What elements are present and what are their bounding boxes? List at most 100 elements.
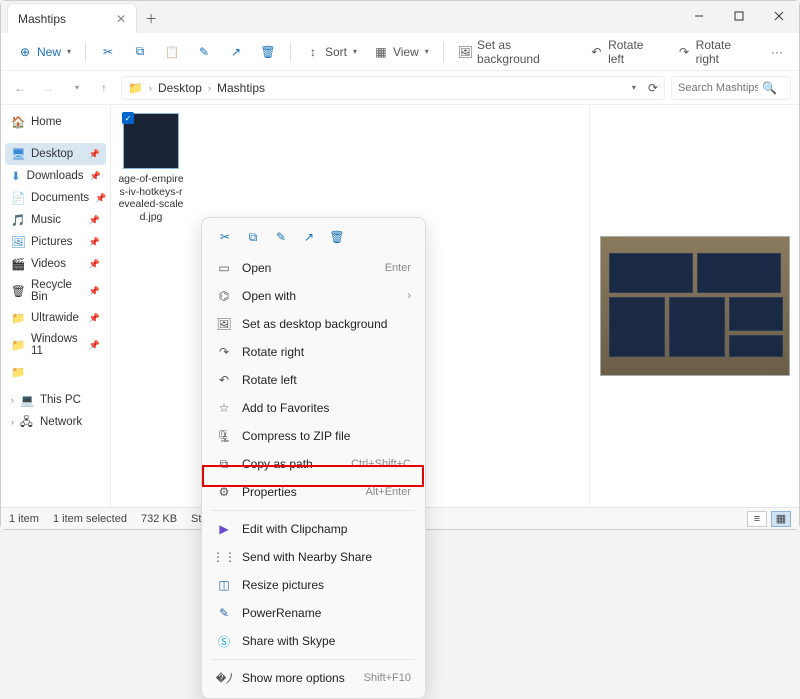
file-thumbnail: ✓: [123, 113, 179, 169]
ctx-properties[interactable]: ⚙PropertiesAlt+Enter: [202, 478, 425, 506]
ctx-favorites[interactable]: ☆Add to Favorites: [202, 394, 425, 422]
properties-icon: ⚙: [216, 484, 232, 500]
ctx-powerrename[interactable]: ✎PowerRename: [202, 599, 425, 627]
preview-pane: [589, 105, 799, 507]
ctx-skype[interactable]: ⓈShare with Skype: [202, 627, 425, 655]
tab-title: Mashtips: [18, 12, 66, 26]
rename-icon: ✎: [196, 44, 212, 60]
new-button[interactable]: ⊕ New ▾: [11, 40, 77, 64]
rename-icon[interactable]: ✎: [272, 228, 290, 246]
new-icon: ⊕: [17, 44, 33, 60]
breadcrumb[interactable]: 📁› Desktop› Mashtips ▾ ⟳: [121, 76, 665, 100]
sidebar-item-recycle[interactable]: 🗑Recycle Bin📌: [5, 275, 106, 307]
delete-button[interactable]: 🗑: [254, 40, 282, 64]
recent-locations-button[interactable]: ▾: [65, 77, 87, 99]
toolbar: ⊕ New ▾ ✂ ⧉ 📋 ✎ ↗ 🗑 ↕Sort▾ ▦View▾ 🖼Set a…: [1, 33, 799, 71]
sidebar-item-thispc[interactable]: ›💻This PC: [5, 389, 106, 411]
rename-button[interactable]: ✎: [190, 40, 218, 64]
new-tab-button[interactable]: ＋: [137, 3, 165, 33]
pictures-icon: 🖼: [11, 235, 25, 249]
cut-icon: ✂: [100, 44, 116, 60]
more-toolbar-button[interactable]: ···: [765, 41, 789, 63]
sidebar-item-ultrawide[interactable]: 📁Ultrawide📌: [5, 307, 106, 329]
folder-icon: 📁: [11, 311, 25, 325]
recycle-icon: 🗑: [11, 284, 25, 298]
file-item[interactable]: ✓ age-of-empires-iv-hotkeys-revealed-sca…: [115, 113, 187, 223]
crumb-mashtips[interactable]: Mashtips: [217, 81, 265, 95]
copy-icon: ⧉: [132, 44, 148, 60]
sidebar-item-folder[interactable]: 📁: [5, 361, 106, 383]
ctx-open[interactable]: ▭OpenEnter: [202, 254, 425, 282]
sidebar-item-downloads[interactable]: ⬇Downloads📌: [5, 165, 106, 187]
sidebar-item-documents[interactable]: 📄Documents📌: [5, 187, 106, 209]
search-box[interactable]: 🔍: [671, 76, 791, 100]
close-window-button[interactable]: [759, 1, 799, 31]
set-background-button[interactable]: 🖼Set as background: [452, 34, 579, 70]
chevron-down-icon: ▾: [67, 47, 71, 56]
home-icon: 🏠: [11, 115, 25, 129]
sort-button[interactable]: ↕Sort▾: [299, 40, 363, 64]
share-icon[interactable]: ↗: [300, 228, 318, 246]
search-input[interactable]: [678, 82, 758, 94]
ctx-open-with[interactable]: ⌬Open with›: [202, 282, 425, 310]
up-button[interactable]: ↑: [93, 77, 115, 99]
open-with-icon: ⌬: [216, 288, 232, 304]
delete-icon[interactable]: 🗑: [328, 228, 346, 246]
tab-mashtips[interactable]: Mashtips ✕: [7, 3, 137, 33]
ctx-resize[interactable]: ◫Resize pictures: [202, 571, 425, 599]
sidebar-item-home[interactable]: 🏠Home: [5, 111, 106, 133]
sidebar-item-win11[interactable]: 📁Windows 11📌: [5, 329, 106, 361]
ctx-nearby-share[interactable]: ⋮⋮Send with Nearby Share: [202, 543, 425, 571]
open-icon: ▭: [216, 260, 232, 276]
minimize-button[interactable]: [679, 1, 719, 31]
sidebar-item-pictures[interactable]: 🖼Pictures📌: [5, 231, 106, 253]
paste-button[interactable]: 📋: [158, 40, 186, 64]
address-bar: ← → ▾ ↑ 📁› Desktop› Mashtips ▾ ⟳ 🔍: [1, 71, 799, 105]
ctx-rotate-right[interactable]: ↷Rotate right: [202, 338, 425, 366]
context-menu: ✂ ⧉ ✎ ↗ 🗑 ▭OpenEnter ⌬Open with› 🖼Set as…: [201, 217, 426, 699]
forward-button[interactable]: →: [37, 77, 59, 99]
share-button[interactable]: ↗: [222, 40, 250, 64]
desktop-icon: 🖥: [11, 147, 25, 161]
ctx-clipchamp[interactable]: ▶Edit with Clipchamp: [202, 515, 425, 543]
back-button[interactable]: ←: [9, 77, 31, 99]
copy-path-icon: ⧉: [216, 456, 232, 472]
view-button[interactable]: ▦View▾: [367, 40, 435, 64]
copy-icon[interactable]: ⧉: [244, 228, 262, 246]
rotate-left-button[interactable]: ↶Rotate left: [583, 34, 667, 70]
powerrename-icon: ✎: [216, 605, 232, 621]
details-view-button[interactable]: ≡: [747, 511, 767, 527]
checkbox-checked-icon[interactable]: ✓: [122, 112, 134, 124]
ctx-rotate-left[interactable]: ↶Rotate left: [202, 366, 425, 394]
view-icon: ▦: [373, 44, 389, 60]
close-tab-icon[interactable]: ✕: [116, 12, 126, 26]
sidebar-item-videos[interactable]: 🎬Videos📌: [5, 253, 106, 275]
ctx-copy-path[interactable]: ⧉Copy as pathCtrl+Shift+C: [202, 450, 425, 478]
search-icon: 🔍: [762, 81, 777, 95]
sidebar-item-desktop[interactable]: 🖥Desktop📌: [5, 143, 106, 165]
documents-icon: 📄: [11, 191, 25, 205]
folder-icon: 📁: [11, 365, 25, 379]
music-icon: 🎵: [11, 213, 25, 227]
refresh-button[interactable]: ⟳: [648, 81, 658, 95]
icons-view-button[interactable]: ▦: [771, 511, 791, 527]
chevron-down-icon[interactable]: ▾: [632, 83, 636, 92]
explorer-window: Mashtips ✕ ＋ ⊕ New ▾ ✂ ⧉ 📋 ✎ ↗ 🗑 ↕Sort▾ …: [0, 0, 800, 530]
cut-icon[interactable]: ✂: [216, 228, 234, 246]
cut-button[interactable]: ✂: [94, 40, 122, 64]
rotate-left-icon: ↶: [216, 372, 232, 388]
new-label: New: [37, 45, 61, 59]
ctx-zip[interactable]: 🗜Compress to ZIP file: [202, 422, 425, 450]
sidebar-item-music[interactable]: 🎵Music📌: [5, 209, 106, 231]
rotate-right-button[interactable]: ↷Rotate right: [670, 34, 761, 70]
ctx-more-options[interactable]: �⵰Show more optionsShift+F10: [202, 664, 425, 692]
ctx-set-bg[interactable]: 🖼Set as desktop background: [202, 310, 425, 338]
folder-icon: 📁: [11, 338, 25, 352]
downloads-icon: ⬇: [11, 169, 21, 183]
sidebar-item-network[interactable]: ›🖧Network: [5, 411, 106, 433]
copy-button[interactable]: ⧉: [126, 40, 154, 64]
more-icon: �⵰: [216, 670, 232, 686]
crumb-desktop[interactable]: Desktop: [158, 81, 202, 95]
maximize-button[interactable]: [719, 1, 759, 31]
body: 🏠Home 🖥Desktop📌 ⬇Downloads📌 📄Documents📌 …: [1, 105, 799, 507]
